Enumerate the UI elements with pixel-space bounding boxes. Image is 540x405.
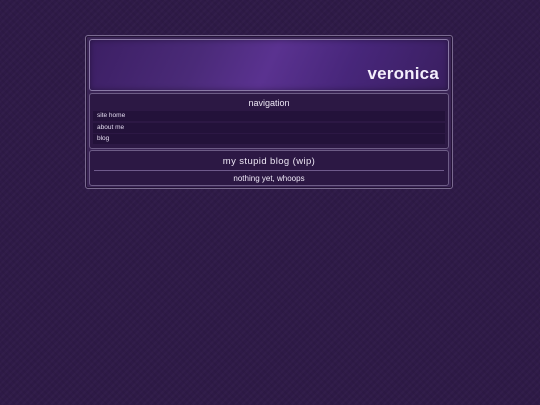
nav-link-blog[interactable]: blog bbox=[93, 134, 445, 144]
nav-link-about-me[interactable]: about me bbox=[93, 122, 445, 133]
site-title: veronica bbox=[367, 64, 439, 83]
page-container: veronica navigation site home about me b… bbox=[85, 35, 453, 189]
blog-divider bbox=[94, 170, 444, 171]
blog-heading: my stupid blog (wip) bbox=[222, 156, 316, 167]
site-header: veronica bbox=[89, 39, 449, 91]
blog-body-text: nothing yet, whoops bbox=[233, 174, 305, 183]
navigation-list: site home about me blog bbox=[90, 111, 448, 144]
blog-panel: my stupid blog (wip) nothing yet, whoops bbox=[89, 150, 449, 186]
navigation-panel: navigation site home about me blog bbox=[89, 93, 449, 149]
navigation-heading: navigation bbox=[248, 98, 290, 108]
nav-link-site-home[interactable]: site home bbox=[93, 111, 445, 121]
